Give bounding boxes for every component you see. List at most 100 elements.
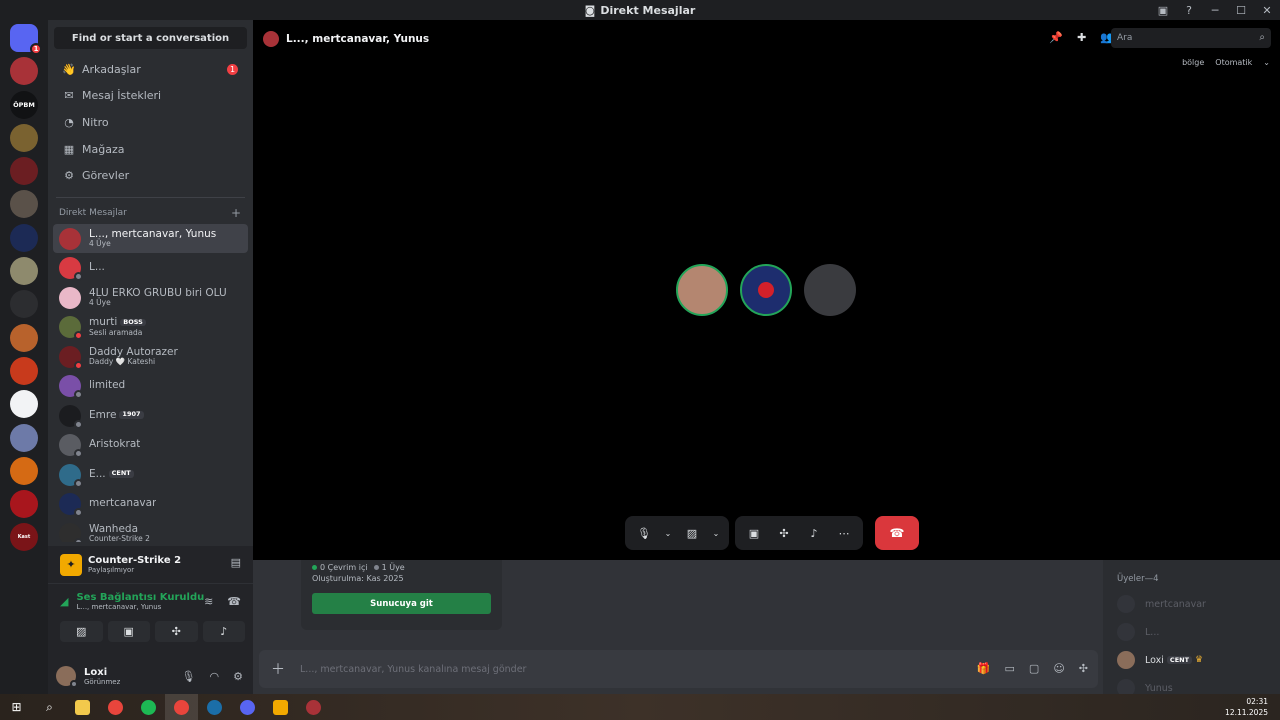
nav-item[interactable]: ⚙ Görevler	[54, 162, 247, 189]
nav-item[interactable]: ◔ Nitro	[54, 109, 247, 136]
dm-item[interactable]: 4LÜ ERKO GRUBU biri ÖLÜ 4 Üye	[53, 283, 248, 313]
participant-tile[interactable]	[676, 264, 728, 316]
taskbar: ⊞ ⌕ 02:31 12.11.2025	[0, 694, 1280, 720]
avatar	[59, 227, 81, 250]
server-icon[interactable]	[10, 356, 38, 385]
participant-tile[interactable]	[740, 264, 792, 316]
server-icon[interactable]	[10, 323, 38, 352]
game-icon: ✦	[60, 553, 82, 576]
screen-share-icon[interactable]: ▣	[741, 520, 767, 546]
add-dm-icon[interactable]: +	[231, 206, 241, 220]
camera-off-button[interactable]: ▨	[60, 621, 103, 642]
nav-item[interactable]: ▦ Mağaza	[54, 136, 247, 163]
dm-item[interactable]: mertcanavar	[53, 489, 248, 519]
server-icon[interactable]	[10, 157, 38, 186]
server-icon[interactable]	[10, 123, 38, 152]
game-activity[interactable]: ✦ Counter-Strike 2 Paylaşılmıyor ▤	[48, 546, 253, 583]
dm-item[interactable]: murti BOSS Sesli aramada	[53, 312, 248, 342]
chrome-active-icon[interactable]	[165, 694, 198, 720]
screen-icon[interactable]: ▣	[1150, 0, 1176, 20]
dm-item[interactable]: Emre 1907	[53, 401, 248, 431]
maximize-button[interactable]: ☐	[1228, 0, 1254, 20]
activity-button[interactable]: ✣	[155, 621, 198, 642]
server-icon[interactable]	[10, 223, 38, 252]
crown-icon: ♛	[1195, 655, 1204, 665]
server-icon[interactable]	[10, 257, 38, 286]
dm-item[interactable]: limited	[53, 371, 248, 401]
windows-start-icon[interactable]: ⊞	[0, 694, 33, 720]
server-icon[interactable]	[10, 490, 38, 519]
headphones-icon[interactable]: ◠	[210, 670, 220, 683]
chevron-down-icon[interactable]: ⌄	[661, 520, 675, 546]
search-input[interactable]: Ara ⌕	[1111, 28, 1271, 48]
discord-icon[interactable]	[231, 694, 264, 720]
message-input[interactable]: ＋ L..., mertcanavar, Yunus kanalına mesa…	[259, 650, 1098, 688]
search-icon[interactable]: ⌕	[33, 694, 66, 720]
member-header: Üyeler—4	[1117, 574, 1159, 584]
disconnect-icon[interactable]: ☎	[227, 595, 241, 608]
server-icon[interactable]	[10, 290, 38, 319]
soundboard-icon[interactable]: ♪	[801, 520, 827, 546]
dm-item[interactable]: Aristokrat	[53, 430, 248, 460]
dm-item[interactable]: L..., mertcanavar, Yunus 4 Üye	[53, 223, 248, 254]
member-item[interactable]: Loxi CENT ♛	[1117, 646, 1272, 674]
share-screen-icon[interactable]: ▤	[231, 556, 241, 569]
camera-off-icon[interactable]: ▨	[679, 520, 705, 546]
find-conversation-button[interactable]: Find or start a conversation	[54, 27, 247, 49]
participants	[676, 264, 856, 316]
sticker-icon[interactable]: ▢	[1029, 662, 1039, 675]
dm-item[interactable]: E... CENT	[53, 460, 248, 490]
plus-icon[interactable]: ＋	[271, 659, 285, 679]
spotify-icon[interactable]	[132, 694, 165, 720]
pin-icon[interactable]: 📌	[1049, 31, 1063, 44]
screen-share-button[interactable]: ▣	[107, 621, 150, 642]
help-icon[interactable]: ?	[1176, 0, 1202, 20]
avatar[interactable]	[56, 666, 78, 688]
chevron-down-icon[interactable]: ⌄	[709, 520, 723, 546]
go-to-server-button[interactable]: Sunucuya git	[312, 593, 491, 614]
dm-subtitle: 4 Üye	[89, 239, 111, 249]
server-icon[interactable]	[10, 456, 38, 485]
minimize-button[interactable]: ─	[1202, 0, 1228, 20]
hang-up-button[interactable]: ☎	[875, 516, 919, 550]
gif-icon[interactable]: ▭	[1005, 662, 1015, 675]
server-icon[interactable]	[10, 57, 38, 86]
server-icon[interactable]	[10, 190, 38, 219]
dm-name: limited	[89, 380, 126, 392]
server-icon[interactable]	[10, 390, 38, 419]
status-dot	[74, 390, 83, 400]
server-icon[interactable]: Kast	[10, 523, 38, 552]
mic-icon[interactable]: 🎙	[631, 520, 657, 546]
emoji-icon[interactable]: ☺	[1053, 662, 1064, 675]
app-icon[interactable]	[297, 694, 330, 720]
server-icon[interactable]: 1	[10, 24, 42, 55]
close-button[interactable]: ✕	[1254, 0, 1280, 20]
member-item[interactable]: mertcanavar	[1117, 590, 1272, 618]
activity-icon[interactable]: ✣	[771, 520, 797, 546]
add-member-icon[interactable]: ✚	[1077, 31, 1086, 44]
steam-icon[interactable]	[198, 694, 231, 720]
noise-suppression-icon[interactable]: ≋	[204, 595, 213, 608]
soundboard-button[interactable]: ♪	[202, 621, 245, 642]
voice-title[interactable]: Ses Bağlantısı Kuruldu	[76, 592, 204, 603]
apps-icon[interactable]: ✣	[1079, 662, 1088, 675]
participant-tile[interactable]	[804, 264, 856, 316]
dm-item[interactable]: Daddy Autorazer Daddy 🤍 Kateshi	[53, 342, 248, 372]
region-selector[interactable]: bölge Otomatik ⌄	[1182, 58, 1270, 67]
settings-gear-icon[interactable]: ⚙	[233, 670, 243, 683]
notification-badge: 1	[30, 43, 42, 55]
more-icon[interactable]: ⋯	[831, 520, 857, 546]
nav-item[interactable]: 👋 Arkadaşlar 1	[54, 56, 247, 83]
chrome-icon[interactable]	[99, 694, 132, 720]
dm-item[interactable]: Wanheda Counter-Strike 2	[53, 519, 248, 542]
nav-item[interactable]: ✉ Mesaj İstekleri	[54, 83, 247, 110]
member-item[interactable]: L...	[1117, 618, 1272, 646]
dm-item[interactable]: L...	[53, 253, 248, 283]
server-icon[interactable]: ÖPBM	[10, 90, 38, 119]
file-explorer-icon[interactable]	[66, 694, 99, 720]
server-icon[interactable]	[10, 423, 38, 452]
cs2-icon[interactable]	[264, 694, 297, 720]
mic-icon[interactable]: 🎙	[182, 670, 196, 683]
gift-icon[interactable]: 🎁	[977, 662, 991, 675]
clock[interactable]: 02:31 12.11.2025	[1225, 696, 1268, 718]
